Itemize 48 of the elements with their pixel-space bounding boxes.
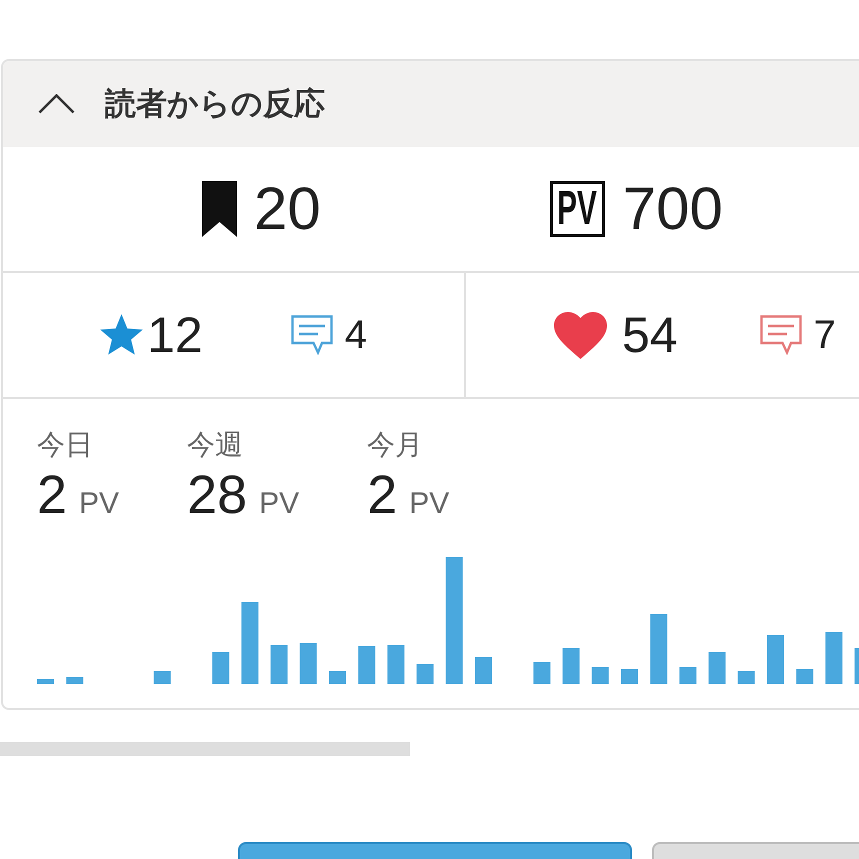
bookmark-icon [202, 181, 237, 237]
chart-bar [475, 657, 492, 684]
chart-bar [767, 635, 784, 684]
comment-icon [290, 315, 333, 355]
pageview-total: 2 [37, 465, 68, 525]
unit-label: PV [259, 486, 300, 522]
period-label: 今月 [367, 428, 424, 462]
bookmark-count: 20 [254, 179, 321, 239]
chart-bar [562, 648, 580, 684]
chart-bar [37, 679, 54, 684]
period-label: 今日 [37, 428, 94, 462]
comment-icon [760, 315, 802, 355]
chart-bar [270, 645, 288, 684]
caret-icon[interactable] [38, 94, 75, 114]
star-count: 12 [147, 310, 203, 360]
chart-bar [592, 667, 609, 684]
chart-bar [825, 632, 842, 684]
chart-bar [650, 614, 668, 684]
period-label: 今週 [187, 428, 244, 462]
pv-badge: PV [550, 181, 605, 237]
panel-title: 読者からの反応 [105, 85, 325, 124]
unit-label: PV [409, 486, 450, 522]
pageview-total: 28 [187, 465, 248, 525]
heart-count: 54 [622, 310, 678, 360]
star-icon [100, 314, 144, 356]
chart-bar [212, 652, 230, 684]
chart-bar [738, 671, 755, 684]
unit-label: PV [79, 486, 120, 522]
chart-bar [533, 662, 550, 684]
secondary-button[interactable] [652, 842, 859, 859]
chart-bar [329, 671, 346, 684]
heart-icon [553, 312, 608, 358]
pageview-count: 700 [622, 179, 723, 239]
comment-count: 4 [344, 315, 367, 355]
pageview-total: 2 [367, 465, 398, 525]
chart-bar [796, 669, 814, 684]
chart-bar [154, 671, 171, 684]
comment-count: 7 [814, 315, 836, 355]
chart-bar [416, 664, 434, 684]
chart-bar [300, 643, 317, 684]
primary-button[interactable] [238, 842, 632, 859]
chart-bar [708, 652, 726, 684]
chart-bar [854, 648, 859, 684]
chart-bar [621, 669, 638, 684]
chart-bar [66, 677, 84, 684]
chart-bar [387, 645, 404, 684]
chart-bar [358, 646, 376, 684]
chart-bar [679, 667, 696, 684]
